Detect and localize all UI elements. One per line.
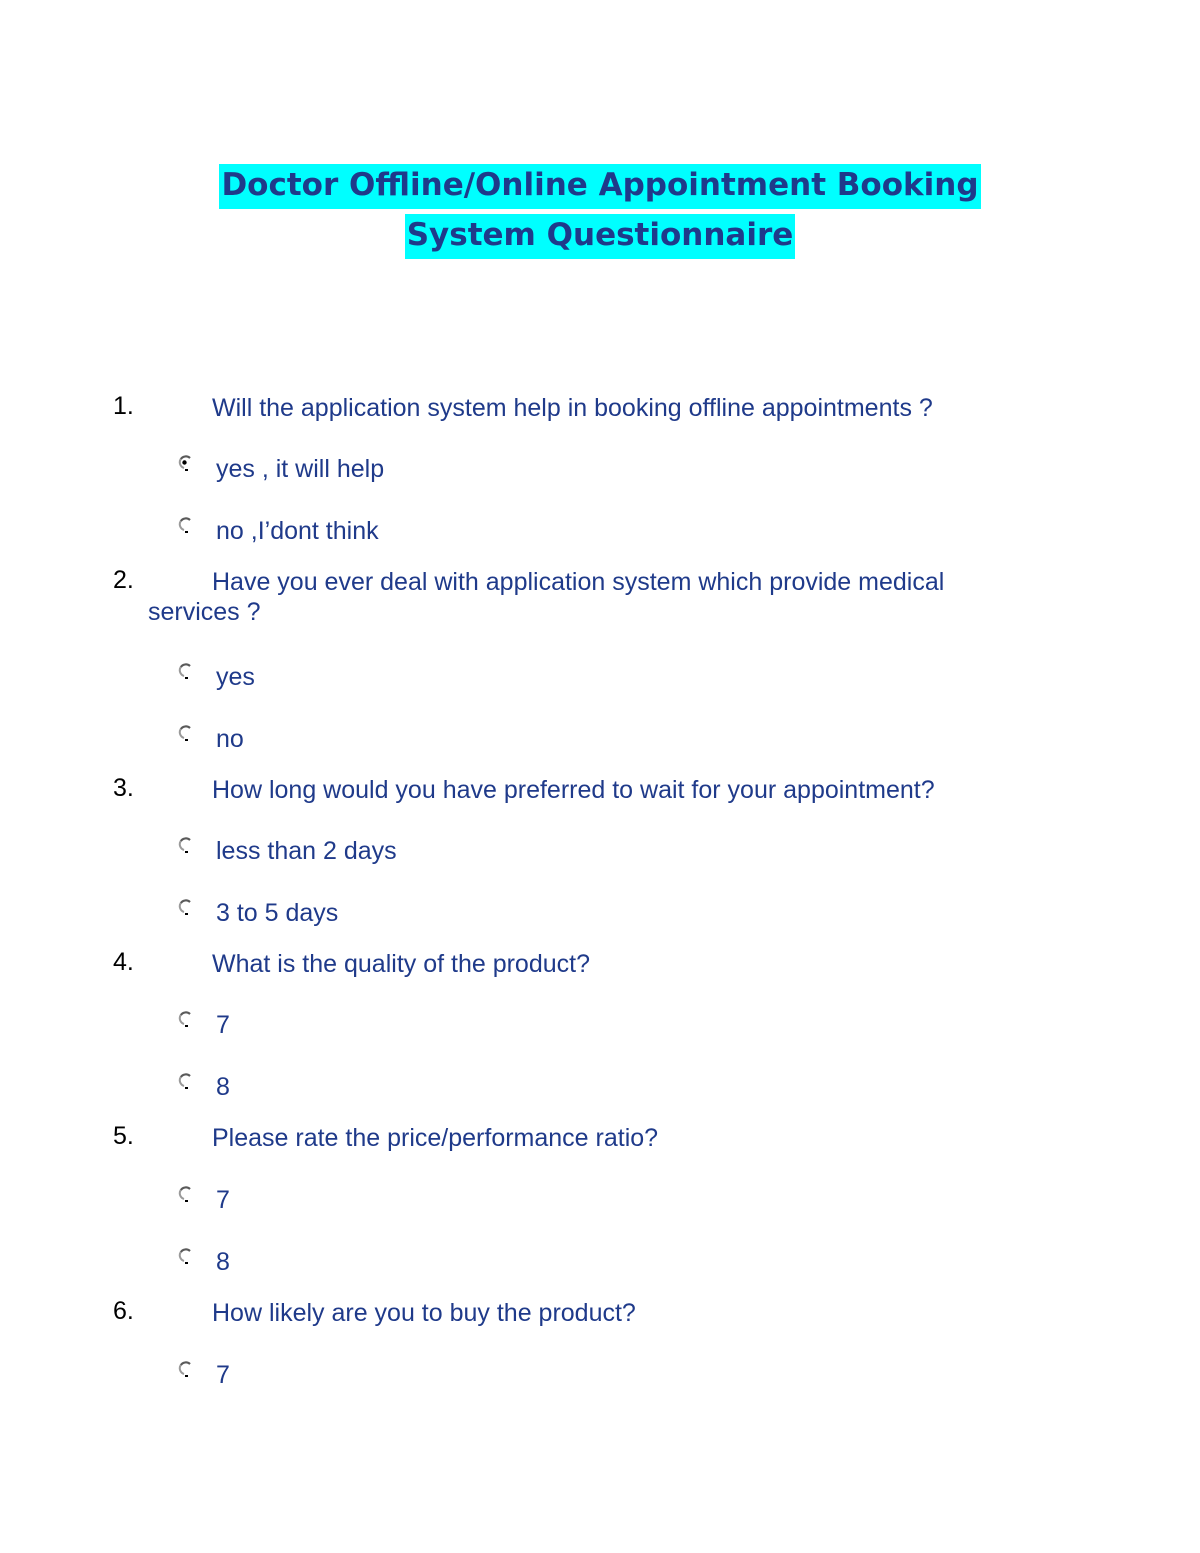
question-number: 6.	[113, 1297, 134, 1325]
answer-option[interactable]: 8	[178, 1245, 230, 1279]
radio-button-icon[interactable]	[178, 517, 192, 533]
radio-button-icon[interactable]	[178, 1073, 192, 1089]
radio-button-icon[interactable]	[178, 1186, 192, 1202]
question-number: 5.	[113, 1122, 134, 1150]
document-title-line-1: Doctor Offline/Online Appointment Bookin…	[0, 164, 1200, 209]
answer-option-label: 7	[216, 1360, 230, 1389]
radio-button-icon[interactable]	[178, 1248, 192, 1264]
answer-option[interactable]: yes	[178, 660, 255, 694]
radio-button-icon[interactable]	[178, 1011, 192, 1027]
question-text-continuation: services ?	[148, 598, 261, 626]
question-number: 2.	[113, 566, 134, 594]
answer-option-label: yes	[216, 662, 255, 691]
answer-option-label: less than 2 days	[216, 836, 397, 865]
radio-button-icon[interactable]	[178, 725, 192, 741]
question-text: How long would you have preferred to wai…	[212, 776, 935, 804]
question-text: Have you ever deal with application syst…	[212, 568, 945, 596]
answer-option-label: no	[216, 724, 244, 753]
answer-option-label: 8	[216, 1247, 230, 1276]
title-text-1: Doctor Offline/Online Appointment Bookin…	[219, 164, 981, 209]
radio-button-icon[interactable]	[178, 837, 192, 853]
title-text-2: System Questionnaire	[404, 214, 796, 259]
question-text: Please rate the price/performance ratio?	[212, 1124, 659, 1152]
answer-option-label: 3 to 5 days	[216, 898, 339, 927]
answer-option[interactable]: 3 to 5 days	[178, 896, 338, 930]
answer-option[interactable]: yes , it will help	[178, 452, 384, 486]
question-number: 3.	[113, 774, 134, 802]
question-number: 4.	[113, 948, 134, 976]
radio-button-icon[interactable]	[178, 663, 192, 679]
document-title-line-2: System Questionnaire	[0, 214, 1200, 259]
answer-option[interactable]: no	[178, 722, 244, 756]
answer-option-label: 7	[216, 1185, 230, 1214]
radio-button-icon[interactable]	[178, 899, 192, 915]
answer-option-label: no ,I’dont think	[216, 516, 379, 545]
answer-option[interactable]: 7	[178, 1358, 230, 1392]
answer-option-label: 7	[216, 1010, 230, 1039]
answer-option[interactable]: no ,I’dont think	[178, 514, 379, 548]
question-number: 1.	[113, 392, 134, 420]
question-text: Will the application system help in book…	[212, 394, 933, 422]
answer-option[interactable]: 7	[178, 1008, 230, 1042]
question-text: What is the quality of the product?	[212, 950, 590, 978]
radio-button-icon[interactable]	[178, 1361, 192, 1377]
radio-button-selected-icon[interactable]	[178, 455, 192, 471]
answer-option[interactable]: 7	[178, 1183, 230, 1217]
question-text: How likely are you to buy the product?	[212, 1299, 636, 1327]
answer-option-label: 8	[216, 1072, 230, 1101]
answer-option[interactable]: 8	[178, 1070, 230, 1104]
answer-option[interactable]: less than 2 days	[178, 834, 397, 868]
answer-option-label: yes , it will help	[216, 454, 385, 483]
